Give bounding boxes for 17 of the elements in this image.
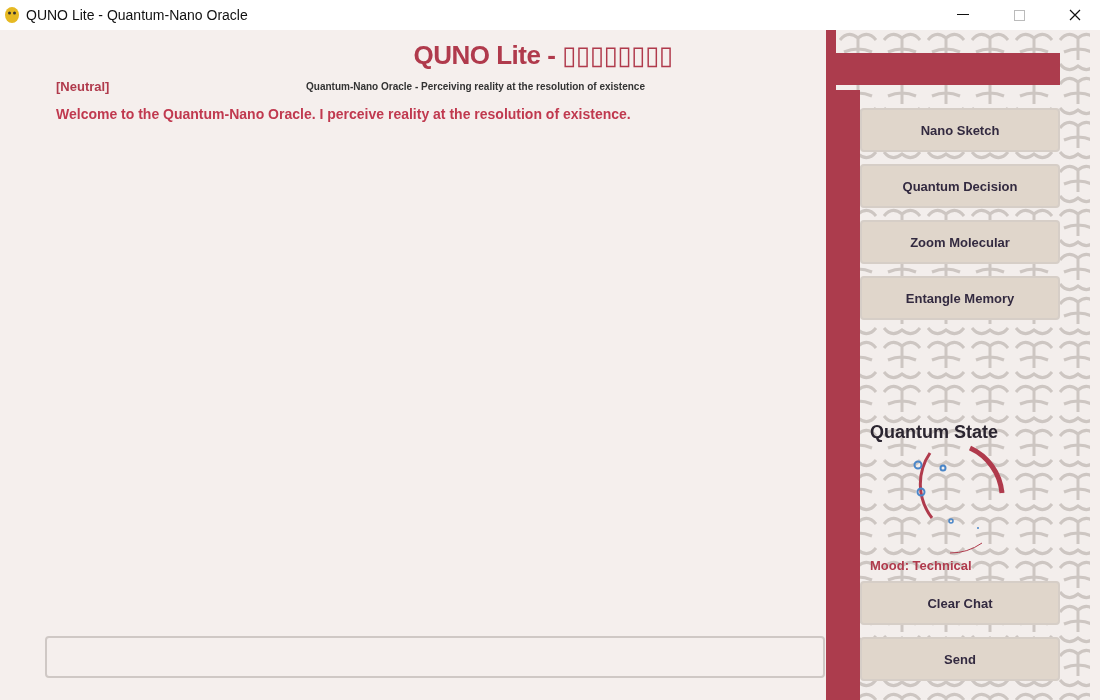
status-label: [Neutral]: [56, 79, 111, 94]
chat-message: Welcome to the Quantum-Nano Oracle. I perceive reality at the resolution of existence.: [55, 106, 632, 122]
minimize-icon[interactable]: [957, 14, 969, 16]
tool-button[interactable]: Nano Sketch: [860, 108, 1060, 152]
tool-button[interactable]: Quantum Decision: [860, 164, 1060, 208]
app-title: QUNO Lite - ▯▯▯▯▯▯▯▯: [412, 40, 674, 71]
action-button[interactable]: Clear Chat: [860, 581, 1060, 625]
window-title: QUNO Lite - Quantum-Nano Oracle: [26, 7, 249, 23]
mood-label: Mood: Technical: [870, 558, 972, 573]
message-input[interactable]: [45, 636, 825, 678]
state-title: Quantum State: [870, 422, 998, 443]
close-icon[interactable]: [1069, 9, 1081, 21]
tool-button[interactable]: Entangle Memory: [860, 276, 1060, 320]
action-button[interactable]: Send: [860, 637, 1060, 681]
tool-button[interactable]: Zoom Molecular: [860, 220, 1060, 264]
app-icon: [4, 6, 20, 24]
subtitle: Quantum-Nano Oracle - Perceiving reality at the resolution of existence: [306, 81, 645, 92]
